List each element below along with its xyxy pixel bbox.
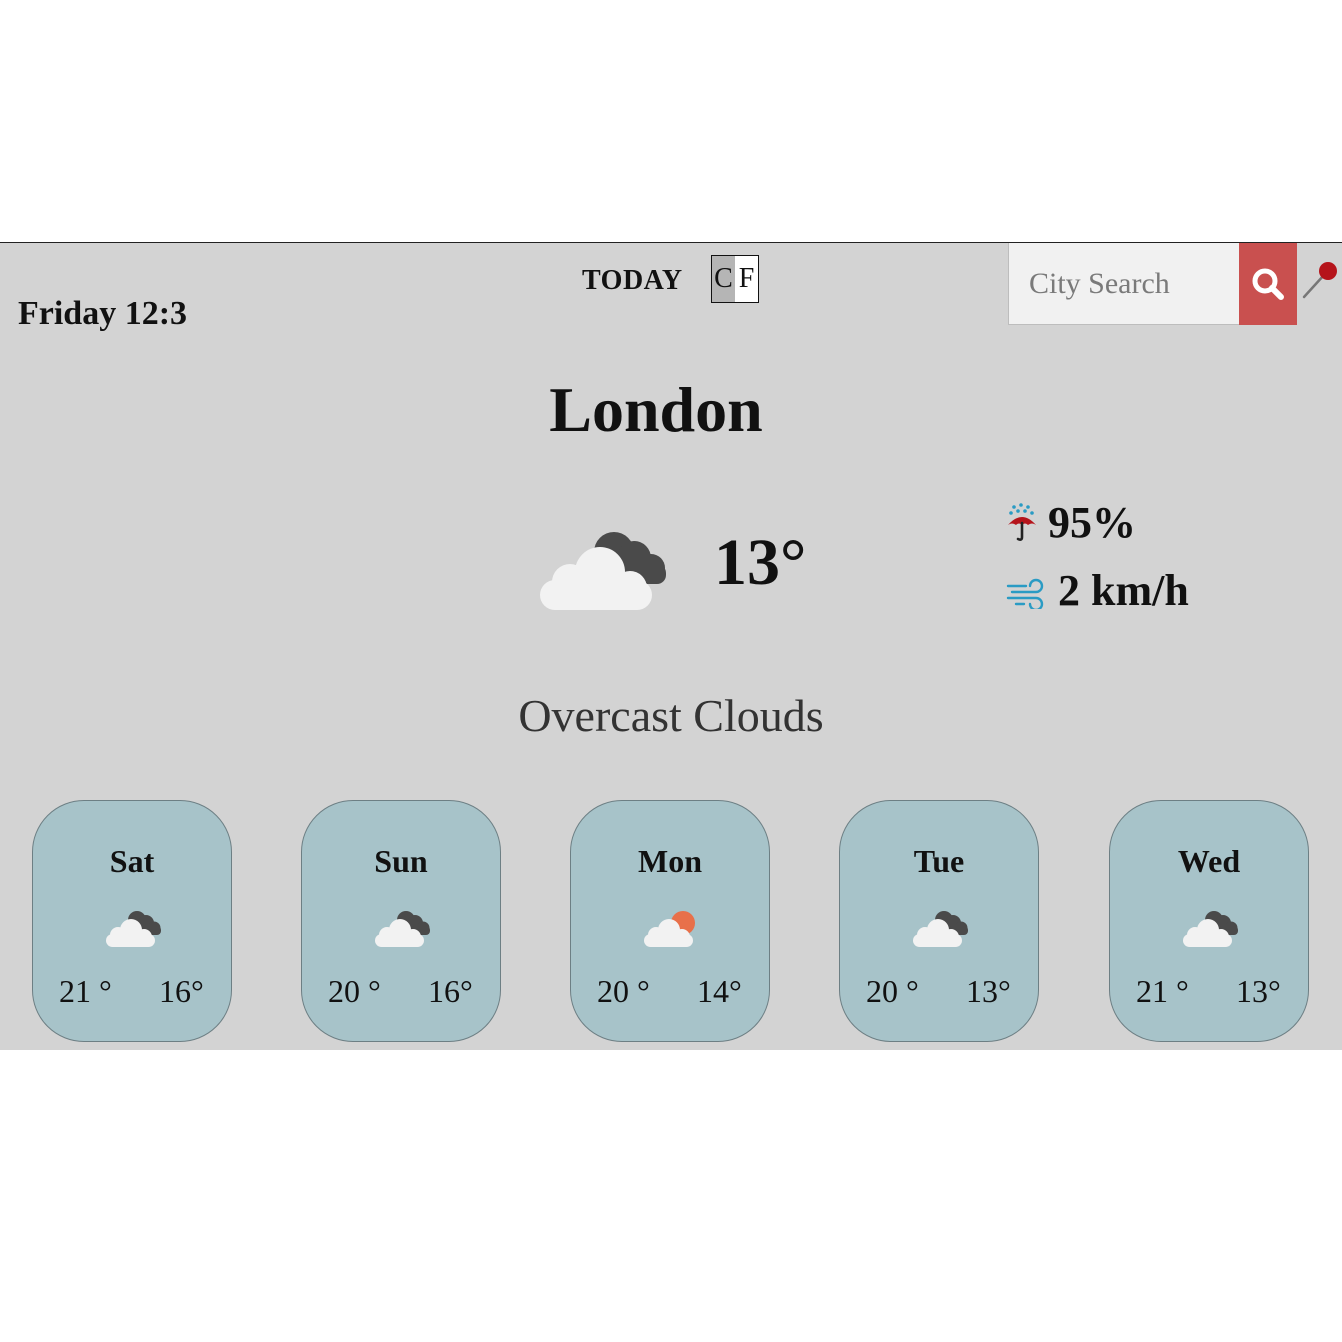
search-icon [1252, 268, 1284, 300]
forecast-low: 13° [966, 973, 1011, 1009]
overcast-clouds-icon [375, 911, 430, 947]
wind-icon [1006, 578, 1044, 609]
forecast-card: Wed 21 ° 13° [1109, 800, 1309, 1042]
forecast-low: 13° [1236, 973, 1281, 1009]
overcast-clouds-icon [1183, 911, 1238, 947]
forecast-high: 21 ° [1136, 973, 1189, 1009]
forecast-card: Sun 20 ° 16° [301, 800, 501, 1042]
unit-toggle[interactable]: C F [711, 255, 759, 303]
forecast-day: Wed [1177, 843, 1241, 879]
forecast-high: 20 ° [328, 973, 381, 1009]
forecast-high: 20 ° [866, 973, 919, 1009]
forecast-low: 16° [159, 973, 204, 1009]
map-pin-icon[interactable] [1300, 261, 1340, 301]
current-temperature: 13° [714, 526, 807, 599]
umbrella-rain-icon [1008, 503, 1036, 541]
city-search-input[interactable] [1008, 243, 1240, 325]
celsius-button[interactable]: C [712, 256, 735, 302]
forecast-high: 20 ° [597, 973, 650, 1009]
weather-description: Overcast Clouds [518, 690, 824, 741]
forecast-low: 16° [428, 973, 473, 1009]
weather-panel: Friday 12:3 TODAY C F London 13° [0, 242, 1342, 1050]
today-label: TODAY [582, 265, 683, 296]
forecast-card: Tue 20 ° 13° [839, 800, 1039, 1042]
forecast-day: Mon [638, 843, 702, 879]
humidity-value: 95% [1048, 498, 1136, 547]
fahrenheit-button[interactable]: F [735, 256, 758, 302]
forecast-card: Sat 21 ° 16° [32, 800, 232, 1042]
city-name: London [549, 374, 763, 445]
wind-speed-value: 2 km/h [1058, 566, 1189, 615]
overcast-clouds-icon [913, 911, 968, 947]
forecast-low: 14° [697, 973, 742, 1009]
overcast-clouds-icon [106, 911, 161, 947]
overcast-clouds-icon [540, 532, 666, 610]
forecast-high: 21 ° [59, 973, 112, 1009]
current-datetime: Friday 12:3 [18, 295, 188, 332]
forecast-day: Sat [109, 843, 155, 879]
forecast-day: Sun [374, 843, 428, 879]
partly-cloudy-sun-icon [644, 911, 695, 947]
forecast-day: Tue [913, 843, 965, 879]
search-button[interactable] [1239, 243, 1297, 325]
forecast-card: Mon 20 ° 14° [570, 800, 770, 1042]
